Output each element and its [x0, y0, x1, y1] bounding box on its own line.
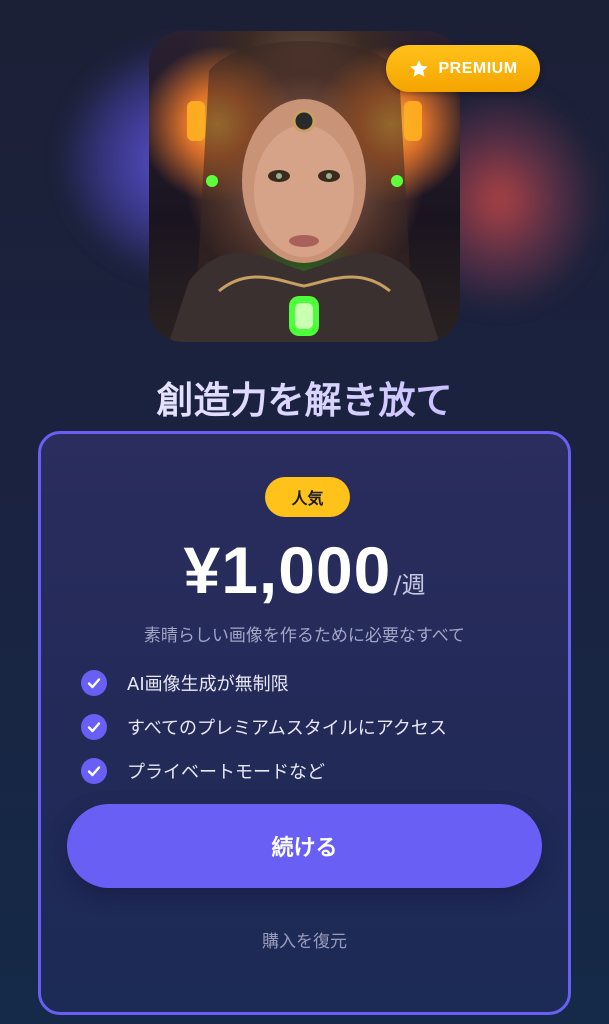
plan-card[interactable]: 人気 ¥1,000 /週 素晴らしい画像を作るために必要なすべて AI画像生成が… [38, 431, 571, 1015]
check-circle-icon [81, 670, 107, 696]
page-title: 創造力を解き放て [0, 370, 609, 424]
feature-text: プライベートモードなど [127, 762, 325, 783]
plan-tagline: 素晴らしい画像を作るために必要なすべて [143, 626, 466, 646]
premium-badge: PREMIUM [386, 45, 540, 92]
popular-badge: 人気 [265, 477, 350, 517]
feature-list: AI画像生成が無制限 すべてのプレミアムスタイルにアクセス プライベートモードな… [81, 661, 447, 793]
price-period: /週 [393, 571, 426, 599]
star-icon [410, 59, 429, 77]
price-row: ¥1,000 /週 [41, 532, 568, 608]
feature-item: すべてのプレミアムスタイルにアクセス [81, 705, 447, 749]
feature-text: すべてのプレミアムスタイルにアクセス [127, 718, 447, 739]
feature-item: プライベートモードなど [81, 749, 447, 793]
feature-text: AI画像生成が無制限 [127, 674, 289, 695]
continue-button[interactable]: 続ける [67, 804, 542, 888]
premium-badge-label: PREMIUM [438, 59, 518, 77]
check-circle-icon [81, 714, 107, 740]
price-amount: ¥1,000 [183, 533, 392, 607]
feature-item: AI画像生成が無制限 [81, 661, 447, 705]
restore-purchase-link[interactable]: 購入を復元 [41, 927, 568, 952]
check-circle-icon [81, 758, 107, 784]
